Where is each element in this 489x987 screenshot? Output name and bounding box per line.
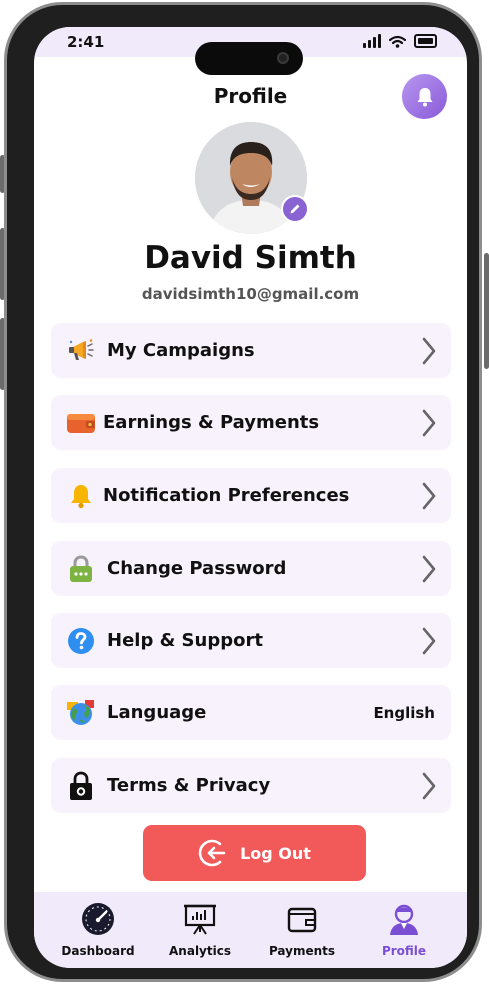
- presentation-chart-icon: [184, 904, 216, 935]
- notifications-button[interactable]: [402, 74, 447, 119]
- menu-item-label: Change Password: [107, 558, 287, 579]
- chevron-right-icon: [422, 627, 436, 655]
- bottom-tab-bar: Dashboard Analytics Payments Profile: [34, 892, 467, 968]
- menu-item-label: Notification Preferences: [103, 485, 350, 506]
- tab-label: Analytics: [169, 944, 231, 958]
- menu-item-earnings-payments[interactable]: Earnings & Payments: [51, 395, 451, 450]
- menu-item-label: Earnings & Payments: [103, 412, 320, 433]
- logout-button[interactable]: Log Out: [143, 825, 366, 881]
- menu-item-notification-preferences[interactable]: Notification Preferences: [51, 468, 451, 523]
- user-icon: [390, 904, 418, 935]
- tab-label: Dashboard: [61, 944, 135, 958]
- tab-label: Payments: [268, 944, 336, 958]
- logout-icon: [198, 839, 226, 867]
- bell-icon: [65, 480, 97, 512]
- tab-analytics[interactable]: Analytics: [150, 900, 250, 958]
- battery-icon: [414, 34, 437, 48]
- menu-item-help-support[interactable]: Help & Support: [51, 613, 451, 668]
- wallet-icon: [65, 407, 97, 439]
- dynamic-island: [195, 42, 303, 75]
- menu-item-my-campaigns[interactable]: My Campaigns: [51, 323, 451, 378]
- menu-item-label: Terms & Privacy: [107, 775, 271, 796]
- status-time: 2:41: [67, 33, 105, 51]
- chevron-right-icon: [422, 772, 436, 800]
- power-button: [484, 253, 489, 369]
- tab-payments[interactable]: Payments: [252, 900, 352, 958]
- wallet-icon: [287, 907, 317, 933]
- status-icons: [363, 34, 437, 48]
- globe-icon: [65, 697, 97, 729]
- pencil-icon: [290, 204, 300, 214]
- padlock-icon: [65, 770, 97, 802]
- chevron-right-icon: [422, 482, 436, 510]
- bell-icon: [417, 87, 432, 106]
- tab-label: Profile: [381, 944, 427, 958]
- menu-item-change-password[interactable]: Change Password: [51, 541, 451, 596]
- lock-icon: [65, 553, 97, 585]
- tab-dashboard[interactable]: Dashboard: [48, 900, 148, 958]
- profile-email: davidsimth10@gmail.com: [141, 285, 360, 303]
- avatar-container: [195, 122, 309, 234]
- megaphone-icon: [65, 335, 97, 367]
- menu-item-label: My Campaigns: [107, 340, 255, 361]
- menu-item-label: Language: [107, 702, 207, 723]
- tab-profile[interactable]: Profile: [354, 900, 454, 958]
- wifi-icon: [389, 35, 406, 48]
- help-icon: [65, 625, 97, 657]
- menu-item-terms-privacy[interactable]: Terms & Privacy: [51, 758, 451, 813]
- camera-icon: [277, 52, 289, 64]
- chevron-right-icon: [422, 409, 436, 437]
- language-value: English: [373, 703, 435, 722]
- edit-avatar-button[interactable]: [281, 195, 309, 223]
- logout-label: Log Out: [240, 843, 311, 863]
- signal-icon: [363, 34, 381, 48]
- screen: 2:41 Profile David Simth davidsimth10@gm…: [34, 27, 467, 968]
- speedometer-icon: [82, 903, 114, 935]
- phone-frame: 2:41 Profile David Simth davidsimth10@gm…: [4, 2, 482, 982]
- menu-item-label: Help & Support: [107, 630, 263, 651]
- menu-item-language[interactable]: Language English: [51, 685, 451, 740]
- chevron-right-icon: [422, 337, 436, 365]
- profile-name: David Simth: [144, 240, 357, 276]
- chevron-right-icon: [422, 555, 436, 583]
